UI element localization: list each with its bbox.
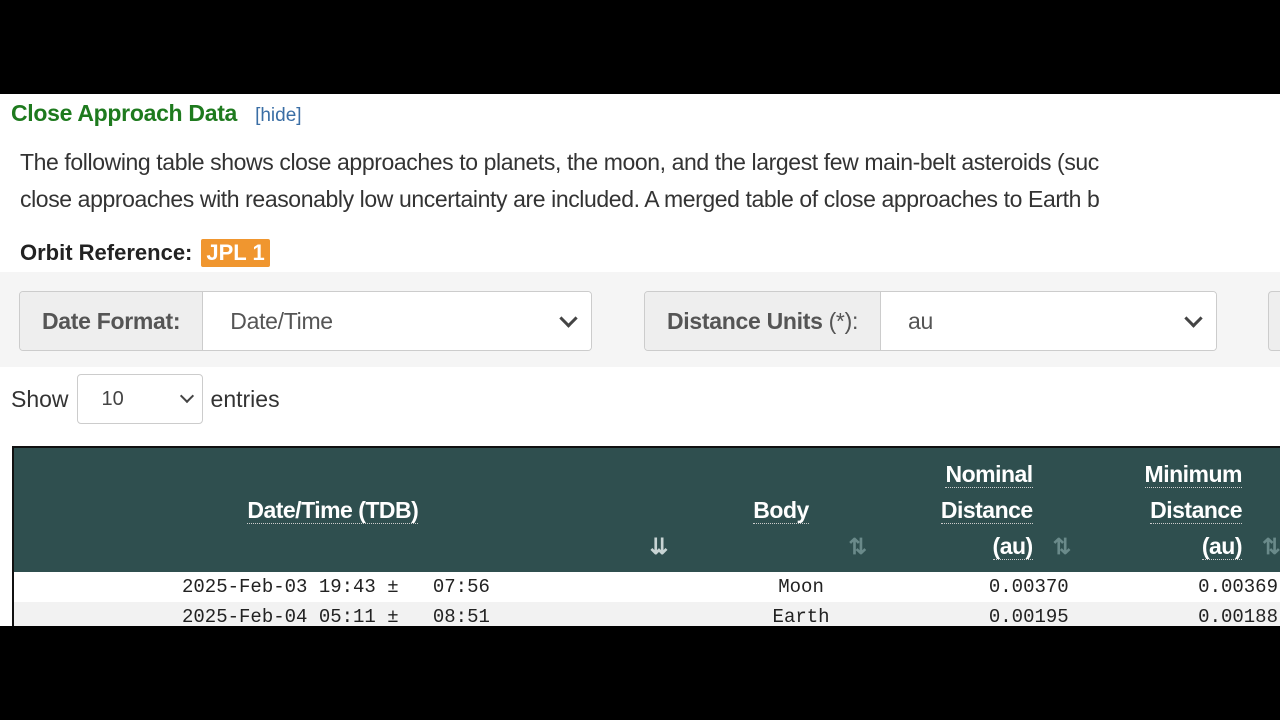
sort-icon[interactable]: ⇅ [1053, 536, 1071, 558]
cell-date-uncertainty: 07:56 [432, 576, 490, 598]
entries-length-control: Show 10 entries [11, 374, 280, 424]
column-header-minimum-distance[interactable]: Minimum Distance (au) ⇅ [1084, 448, 1280, 572]
intro-line-2: close approaches with reasonably low unc… [20, 186, 1100, 212]
date-format-label: Date Format: [20, 292, 204, 350]
intro-paragraph: The following table shows close approach… [20, 144, 1280, 218]
orbit-reference-badge: JPL 1 [201, 239, 270, 267]
entries-label: entries [210, 385, 280, 412]
close-approach-page: Close Approach Data [hide] The following… [0, 94, 1280, 626]
cell-body: Earth [681, 602, 881, 626]
show-label: Show [11, 385, 69, 412]
next-control-group[interactable] [1268, 291, 1280, 351]
table-row: 2025-Feb-04 05:11 ± 08:51 Earth 0.00195 … [14, 602, 1280, 626]
distance-units-select[interactable]: au [881, 292, 1216, 350]
sort-descending-icon[interactable]: ⇊ [650, 536, 668, 558]
cell-date-uncertainty: 08:51 [432, 606, 490, 626]
intro-line-1: The following table shows close approach… [20, 149, 1099, 175]
close-approach-table-wrapper: Date/Time (TDB) ⇊ Body ⇅ Nominal Distanc… [12, 446, 1280, 626]
cell-nominal-distance: 0.00195 [880, 602, 1085, 626]
orbit-reference-label: Orbit Reference: [20, 240, 193, 265]
column-header-nominal-distance[interactable]: Nominal Distance (au) ⇅ [880, 448, 1085, 572]
chevron-down-icon [179, 388, 194, 404]
date-format-value: Date/Time [230, 307, 333, 334]
distance-units-group: Distance Units (*): au [644, 291, 1217, 351]
column-label-minimum-line3: (au) [1201, 533, 1243, 560]
date-format-group: Date Format: Date/Time [19, 291, 592, 351]
cell-nominal-distance: 0.00370 [988, 576, 1069, 598]
column-label-nominal-line2: Distance [940, 497, 1033, 524]
sort-icon[interactable]: ⇅ [849, 536, 867, 558]
controls-band: Date Format: Date/Time Distance Units (*… [0, 272, 1280, 367]
cell-date: 2025-Feb-04 05:11 ± 08:51 [14, 602, 682, 626]
column-label-nominal-line3: (au) [992, 533, 1033, 560]
close-approach-table: Date/Time (TDB) ⇊ Body ⇅ Nominal Distanc… [14, 448, 1280, 626]
entries-length-value: 10 [101, 387, 124, 410]
date-format-select[interactable]: Date/Time [203, 292, 591, 350]
orbit-reference: Orbit Reference: JPL 1 [20, 239, 270, 267]
cell-date: 2025-Feb-03 19:43 ± 07:56 [14, 572, 682, 602]
section-header: Close Approach Data [hide] [11, 100, 302, 127]
chevron-down-icon [1184, 308, 1203, 328]
column-label-nominal-line1: Nominal [945, 461, 1033, 488]
distance-units-value: au [908, 307, 934, 334]
column-label-date: Date/Time (TDB) [247, 497, 419, 524]
section-title: Close Approach Data [11, 100, 238, 126]
hide-link[interactable]: [hide] [255, 105, 301, 127]
distance-units-label: Distance Units (*): [645, 292, 882, 350]
cell-date-value: 2025-Feb-04 05:11 ± [182, 606, 399, 626]
column-label-minimum-line2: Distance [1150, 497, 1242, 524]
distance-units-label-suffix: (*): [828, 307, 859, 334]
cell-minimum-distance: 0.00369 [1198, 576, 1278, 598]
cell-body: Moon [778, 576, 824, 598]
table-row: 2025-Feb-03 19:43 ± 07:56 Moon 0.00370 0… [14, 572, 1280, 602]
column-header-date[interactable]: Date/Time (TDB) ⇊ [14, 448, 682, 572]
column-label-minimum-line1: Minimum [1144, 461, 1243, 488]
cell-minimum-distance: 0.00188 [1084, 602, 1280, 626]
chevron-down-icon [559, 308, 578, 328]
date-format-label-text: Date Format: [42, 307, 181, 334]
distance-units-label-text: Distance Units [667, 307, 823, 334]
entries-length-select[interactable]: 10 [76, 374, 203, 424]
cell-date-value: 2025-Feb-03 19:43 ± [182, 576, 399, 598]
column-label-body: Body [753, 497, 809, 524]
column-header-body[interactable]: Body ⇅ [681, 448, 881, 572]
sort-icon[interactable]: ⇅ [1262, 536, 1280, 558]
